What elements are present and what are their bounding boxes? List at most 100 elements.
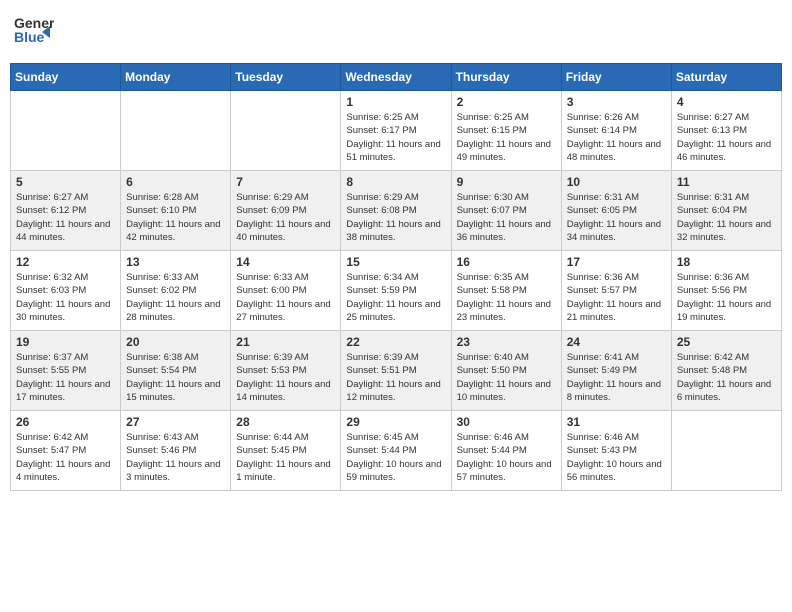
weekday-header-thursday: Thursday [451, 64, 561, 91]
calendar-day-cell: 15 Sunrise: 6:34 AM Sunset: 5:59 PM Dayli… [341, 251, 451, 331]
day-info: Sunrise: 6:41 AM Sunset: 5:49 PM Dayligh… [567, 351, 666, 404]
day-info: Sunrise: 6:25 AM Sunset: 6:17 PM Dayligh… [346, 111, 445, 164]
calendar-day-cell: 26 Sunrise: 6:42 AM Sunset: 5:47 PM Dayli… [11, 411, 121, 491]
day-info: Sunrise: 6:33 AM Sunset: 6:00 PM Dayligh… [236, 271, 335, 324]
day-info: Sunrise: 6:37 AM Sunset: 5:55 PM Dayligh… [16, 351, 115, 404]
day-info: Sunrise: 6:29 AM Sunset: 6:09 PM Dayligh… [236, 191, 335, 244]
calendar-day-cell: 16Sunrise: 6:35 AM Sunset: 5:58 PM Dayli… [451, 251, 561, 331]
day-number: 25 [677, 335, 776, 349]
calendar-day-cell: 7 Sunrise: 6:29 AM Sunset: 6:09 PM Daylig… [231, 171, 341, 251]
day-number: 14 [236, 255, 335, 269]
calendar-day-cell: 9 Sunrise: 6:30 AM Sunset: 6:07 PM Daylig… [451, 171, 561, 251]
calendar-day-cell: 29 Sunrise: 6:45 AM Sunset: 5:44 PM Dayli… [341, 411, 451, 491]
calendar-day-cell: 1 Sunrise: 6:25 AM Sunset: 6:17 PM Daylig… [341, 91, 451, 171]
calendar-day-cell: 14 Sunrise: 6:33 AM Sunset: 6:00 PM Dayli… [231, 251, 341, 331]
calendar-day-cell: 19 Sunrise: 6:37 AM Sunset: 5:55 PM Dayli… [11, 331, 121, 411]
day-number: 18 [677, 255, 776, 269]
day-info: Sunrise: 6:30 AM Sunset: 6:07 PM Dayligh… [457, 191, 556, 244]
day-info: Sunrise: 6:33 AM Sunset: 6:02 PM Dayligh… [126, 271, 225, 324]
day-info: Sunrise: 6:42 AM Sunset: 5:47 PM Dayligh… [16, 431, 115, 484]
day-info: Sunrise: 6:28 AM Sunset: 6:10 PM Dayligh… [126, 191, 225, 244]
day-info: Sunrise: 6:39 AM Sunset: 5:53 PM Dayligh… [236, 351, 335, 404]
day-number: 29 [346, 415, 445, 429]
day-number: 6 [126, 175, 225, 189]
calendar-day-cell: 2Sunrise: 6:25 AM Sunset: 6:15 PM Daylig… [451, 91, 561, 171]
day-info: Sunrise: 6:36 AM Sunset: 5:56 PM Dayligh… [677, 271, 776, 324]
day-info: Sunrise: 6:40 AM Sunset: 5:50 PM Dayligh… [457, 351, 556, 404]
calendar-day-cell: 12 Sunrise: 6:32 AM Sunset: 6:03 PM Dayli… [11, 251, 121, 331]
day-number: 5 [16, 175, 115, 189]
calendar-day-cell: 27Sunrise: 6:43 AM Sunset: 5:46 PM Dayli… [121, 411, 231, 491]
day-info: Sunrise: 6:34 AM Sunset: 5:59 PM Dayligh… [346, 271, 445, 324]
svg-text:Blue: Blue [14, 29, 45, 45]
day-info: Sunrise: 6:25 AM Sunset: 6:15 PM Dayligh… [457, 111, 556, 164]
calendar-day-cell: 13 Sunrise: 6:33 AM Sunset: 6:02 PM Dayli… [121, 251, 231, 331]
calendar-day-cell: 30Sunrise: 6:46 AM Sunset: 5:44 PM Dayli… [451, 411, 561, 491]
calendar-day-cell: 22 Sunrise: 6:39 AM Sunset: 5:51 PM Dayli… [341, 331, 451, 411]
day-number: 20 [126, 335, 225, 349]
weekday-header-sunday: Sunday [11, 64, 121, 91]
day-number: 12 [16, 255, 115, 269]
day-number: 7 [236, 175, 335, 189]
day-number: 19 [16, 335, 115, 349]
day-number: 1 [346, 95, 445, 109]
day-info: Sunrise: 6:42 AM Sunset: 5:48 PM Dayligh… [677, 351, 776, 404]
calendar-day-cell: 6 Sunrise: 6:28 AM Sunset: 6:10 PM Daylig… [121, 171, 231, 251]
day-info: Sunrise: 6:31 AM Sunset: 6:05 PM Dayligh… [567, 191, 666, 244]
day-number: 9 [457, 175, 556, 189]
day-number: 26 [16, 415, 115, 429]
calendar-table: SundayMondayTuesdayWednesdayThursdayFrid… [10, 63, 782, 491]
day-info: Sunrise: 6:32 AM Sunset: 6:03 PM Dayligh… [16, 271, 115, 324]
logo-image: General Blue [14, 10, 54, 55]
day-number: 13 [126, 255, 225, 269]
day-info: Sunrise: 6:29 AM Sunset: 6:08 PM Dayligh… [346, 191, 445, 244]
day-info: Sunrise: 6:27 AM Sunset: 6:12 PM Dayligh… [16, 191, 115, 244]
calendar-day-cell: 11 Sunrise: 6:31 AM Sunset: 6:04 PM Dayli… [671, 171, 781, 251]
day-number: 22 [346, 335, 445, 349]
calendar-day-cell: 8 Sunrise: 6:29 AM Sunset: 6:08 PM Daylig… [341, 171, 451, 251]
day-number: 16 [457, 255, 556, 269]
calendar-day-cell: 28Sunrise: 6:44 AM Sunset: 5:45 PM Dayli… [231, 411, 341, 491]
day-number: 21 [236, 335, 335, 349]
day-number: 17 [567, 255, 666, 269]
calendar-day-cell: 25 Sunrise: 6:42 AM Sunset: 5:48 PM Dayli… [671, 331, 781, 411]
day-info: Sunrise: 6:44 AM Sunset: 5:45 PM Dayligh… [236, 431, 335, 484]
day-info: Sunrise: 6:43 AM Sunset: 5:46 PM Dayligh… [126, 431, 225, 484]
day-number: 11 [677, 175, 776, 189]
calendar-day-cell: 31 Sunrise: 6:46 AM Sunset: 5:43 PM Dayli… [561, 411, 671, 491]
day-info: Sunrise: 6:39 AM Sunset: 5:51 PM Dayligh… [346, 351, 445, 404]
day-number: 8 [346, 175, 445, 189]
calendar-week-row: 12 Sunrise: 6:32 AM Sunset: 6:03 PM Dayli… [11, 251, 782, 331]
calendar-day-cell [231, 91, 341, 171]
weekday-header-row: SundayMondayTuesdayWednesdayThursdayFrid… [11, 64, 782, 91]
weekday-header-friday: Friday [561, 64, 671, 91]
weekday-header-monday: Monday [121, 64, 231, 91]
day-info: Sunrise: 6:45 AM Sunset: 5:44 PM Dayligh… [346, 431, 445, 484]
calendar-week-row: 1 Sunrise: 6:25 AM Sunset: 6:17 PM Daylig… [11, 91, 782, 171]
day-number: 24 [567, 335, 666, 349]
calendar-day-cell [11, 91, 121, 171]
calendar-day-cell: 24 Sunrise: 6:41 AM Sunset: 5:49 PM Dayli… [561, 331, 671, 411]
calendar-week-row: 19 Sunrise: 6:37 AM Sunset: 5:55 PM Dayli… [11, 331, 782, 411]
weekday-header-tuesday: Tuesday [231, 64, 341, 91]
day-number: 31 [567, 415, 666, 429]
day-number: 10 [567, 175, 666, 189]
calendar-day-cell: 23Sunrise: 6:40 AM Sunset: 5:50 PM Dayli… [451, 331, 561, 411]
day-number: 4 [677, 95, 776, 109]
calendar-day-cell: 10 Sunrise: 6:31 AM Sunset: 6:05 PM Dayli… [561, 171, 671, 251]
logo: General Blue [14, 10, 54, 55]
calendar-day-cell [671, 411, 781, 491]
weekday-header-saturday: Saturday [671, 64, 781, 91]
day-info: Sunrise: 6:46 AM Sunset: 5:43 PM Dayligh… [567, 431, 666, 484]
calendar-day-cell: 18 Sunrise: 6:36 AM Sunset: 5:56 PM Dayli… [671, 251, 781, 331]
calendar-week-row: 5 Sunrise: 6:27 AM Sunset: 6:12 PM Daylig… [11, 171, 782, 251]
page-header: General Blue [10, 10, 782, 55]
day-info: Sunrise: 6:31 AM Sunset: 6:04 PM Dayligh… [677, 191, 776, 244]
day-number: 30 [457, 415, 556, 429]
day-info: Sunrise: 6:26 AM Sunset: 6:14 PM Dayligh… [567, 111, 666, 164]
calendar-day-cell [121, 91, 231, 171]
day-number: 15 [346, 255, 445, 269]
calendar-day-cell: 17Sunrise: 6:36 AM Sunset: 5:57 PM Dayli… [561, 251, 671, 331]
calendar-week-row: 26 Sunrise: 6:42 AM Sunset: 5:47 PM Dayli… [11, 411, 782, 491]
calendar-day-cell: 5 Sunrise: 6:27 AM Sunset: 6:12 PM Daylig… [11, 171, 121, 251]
